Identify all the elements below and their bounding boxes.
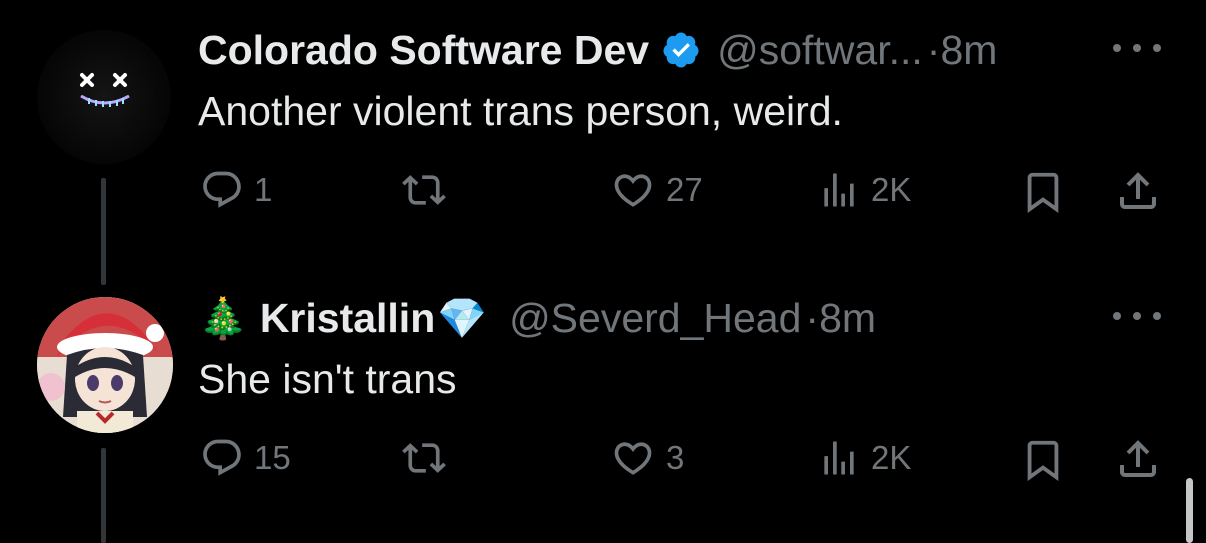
bookmark-button[interactable]: [1020, 436, 1066, 484]
separator-dot: ·: [805, 294, 820, 341]
tweet-header: 🎄 Kristallin 💎 @Severd_Head · 8m: [198, 292, 876, 344]
user-handle[interactable]: @softwar...: [717, 27, 923, 74]
retweet-button[interactable]: [400, 168, 448, 212]
more-icon[interactable]: [1113, 44, 1161, 56]
views-icon: [824, 441, 854, 475]
tweet-text: She isn't trans: [198, 356, 457, 402]
share-button[interactable]: [1114, 166, 1162, 216]
gem-emoji: 💎: [437, 296, 488, 341]
share-button[interactable]: [1114, 434, 1162, 484]
retweet-button[interactable]: [400, 436, 448, 480]
reply-icon: [203, 171, 241, 208]
tweet-text: Another violent trans person, weird.: [198, 88, 843, 134]
thread-line-1: [101, 178, 106, 285]
retweet-icon: [402, 443, 446, 473]
christmas-tree-emoji: 🎄: [198, 296, 248, 341]
display-name[interactable]: Kristallin: [260, 295, 435, 342]
reply-icon: [203, 439, 241, 476]
reply-button[interactable]: 1: [200, 168, 272, 212]
views-button[interactable]: 2K: [817, 436, 911, 480]
like-icon: [614, 442, 652, 475]
avatar[interactable]: [37, 30, 171, 164]
views-count: 2K: [871, 439, 912, 476]
like-button[interactable]: 3: [610, 436, 684, 480]
avatar[interactable]: [37, 297, 173, 433]
scrollbar[interactable]: [1186, 478, 1193, 543]
bookmark-icon: [1027, 440, 1059, 481]
more-icon[interactable]: [1113, 312, 1161, 324]
share-icon: [1120, 172, 1156, 209]
reply-count: 1: [254, 171, 273, 208]
bookmark-icon: [1027, 172, 1059, 213]
share-icon: [1120, 440, 1156, 477]
views-button[interactable]: 2K: [817, 168, 911, 212]
timestamp[interactable]: 8m: [819, 295, 876, 342]
views-count: 2K: [871, 171, 912, 208]
timestamp[interactable]: 8m: [940, 27, 997, 74]
avatar-smiley-icon: [37, 30, 171, 164]
bookmark-button[interactable]: [1020, 168, 1066, 216]
separator-dot: ·: [926, 26, 941, 73]
like-button[interactable]: 27: [610, 168, 703, 212]
tweet-header: Colorado Software Dev @softwar... · 8m: [198, 24, 997, 76]
display-name[interactable]: Colorado Software Dev: [198, 27, 649, 74]
reply-button[interactable]: 15: [200, 436, 291, 480]
like-icon: [614, 174, 652, 207]
views-icon: [824, 173, 854, 207]
thread-line-2: [101, 448, 106, 543]
verified-badge-icon: [661, 30, 701, 70]
like-count: 27: [666, 171, 703, 208]
retweet-icon: [402, 175, 446, 205]
like-count: 3: [666, 439, 685, 476]
reply-count: 15: [254, 439, 291, 476]
avatar-anime-girl-icon: [37, 297, 173, 433]
user-handle[interactable]: @Severd_Head: [509, 295, 801, 342]
